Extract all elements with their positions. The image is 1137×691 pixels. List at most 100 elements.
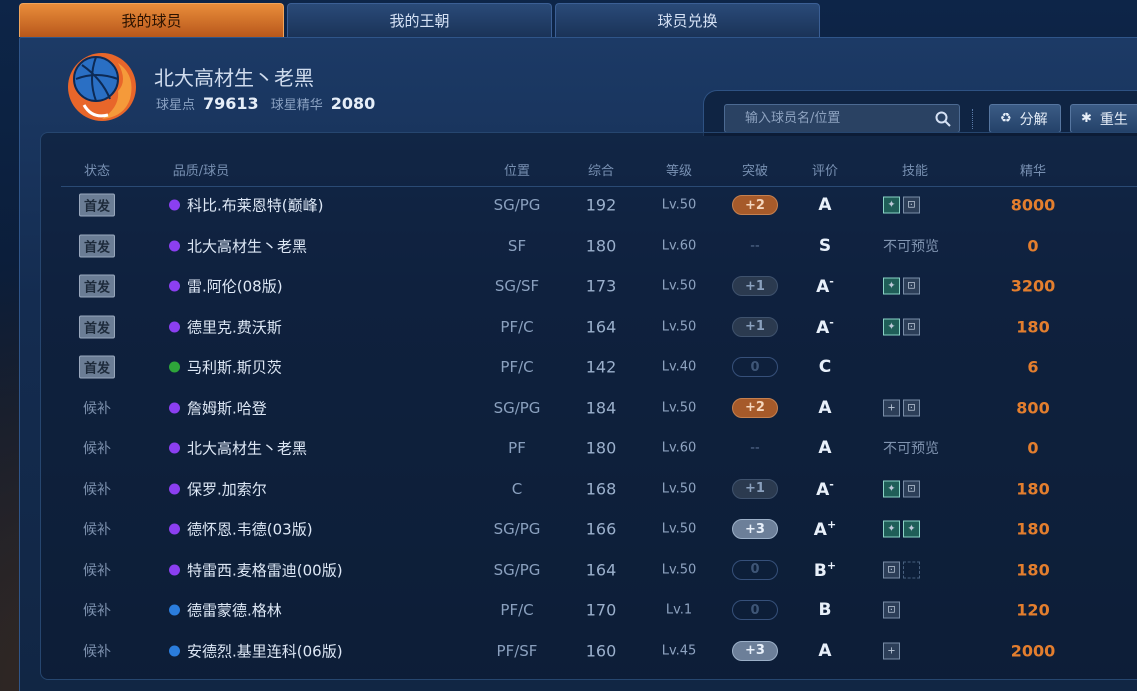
table-row[interactable]: 首发 马利斯.斯贝茨 PF/C 142 Lv.40 0 C 6 [41, 347, 1137, 387]
empty-skill-slot[interactable] [903, 561, 920, 578]
add-skill-icon[interactable]: + [883, 399, 900, 416]
quality-dot-icon [169, 523, 180, 535]
quality-dot-icon [169, 442, 180, 454]
col-overall[interactable]: 综合 [588, 160, 614, 179]
players-table: 状态 品质/球员 位置 综合 等级 突破 评价 技能 精华 首发 科比.布莱恩特(… [40, 132, 1137, 680]
grade-modifier: - [829, 477, 834, 491]
col-level[interactable]: 等级 [666, 160, 692, 179]
lock-icon[interactable]: ⊡ [883, 561, 900, 578]
player-position: SG/PG [493, 560, 541, 579]
player-name-cell: 北大高材生丶老黑 [169, 235, 307, 256]
breakthrough-badge: +3 [732, 519, 778, 539]
player-overall: 173 [585, 276, 617, 296]
quality-dot-icon [169, 240, 180, 251]
status-badge: 首发 [78, 315, 116, 338]
lock-icon[interactable]: ⊡ [903, 399, 920, 416]
table-row[interactable]: 候补 安德烈.基里连科(06版) PF/SF 160 Lv.45 +3 A +2000 [41, 631, 1137, 671]
status-badge: 首发 [78, 234, 116, 257]
lock-icon[interactable]: ⊡ [903, 277, 920, 295]
player-essence: 180 [1016, 560, 1050, 579]
decompose-label: 分解 [1019, 111, 1048, 128]
skill-icon[interactable]: ✦ [883, 277, 900, 295]
col-skills[interactable]: 技能 [902, 160, 928, 179]
player-position: SG/SF [494, 277, 540, 295]
add-skill-icon[interactable]: + [883, 642, 900, 659]
tab-bar: 我的球员 我的王朝 球员兑换 [19, 3, 820, 37]
table-row[interactable]: 候补 北大高材生丶老黑 PF 180 Lv.60 -- A 不可预览 0 [41, 428, 1137, 468]
rebirth-label: 重生 [1099, 111, 1128, 128]
recycle-icon: ♻ [1000, 111, 1012, 126]
table-row[interactable]: 候补 詹姆斯.哈登 SG/PG 184 Lv.50 +2 A + ⊡ 800 [41, 388, 1137, 428]
search-icon[interactable] [935, 111, 951, 127]
col-breakthrough[interactable]: 突破 [742, 160, 768, 179]
player-name-cell: 马利斯.斯贝茨 [169, 357, 282, 378]
skill-icon[interactable]: ✦ [883, 480, 900, 497]
decompose-button[interactable]: ♻ 分解 [989, 104, 1061, 133]
player-position: SG/PG [493, 196, 541, 214]
lock-icon[interactable]: ⊡ [883, 601, 900, 619]
rebirth-button[interactable]: ✱ 重生 [1070, 104, 1137, 133]
lock-icon[interactable]: ⊡ [903, 480, 920, 497]
player-level: Lv.1 [665, 602, 693, 618]
essence-value: 2080 [330, 94, 376, 113]
table-row[interactable]: 候补 德怀恩.韦德(03版) SG/PG 166 Lv.50 +3 A+ ✦ ✦ 180 [41, 509, 1137, 549]
player-level: Lv.50 [661, 521, 697, 537]
skills-cell: ⊡ [883, 601, 900, 619]
table-row[interactable]: 候补 保罗.加索尔 C 168 Lv.50 +1 A- ✦ ⊡ 180 [41, 469, 1137, 509]
col-status[interactable]: 状态 [84, 160, 110, 179]
player-level: Lv.40 [661, 359, 697, 375]
player-name: 雷.阿伦(08版) [187, 277, 283, 296]
breakthrough-badge: +1 [732, 316, 778, 337]
player-grade: A- [816, 275, 834, 297]
skill-icon[interactable]: ✦ [883, 520, 900, 538]
player-position: PF/SF [496, 641, 538, 660]
table-row[interactable]: 首发 北大高材生丶老黑 SF 180 Lv.60 -- S 不可预览 0 [41, 226, 1137, 266]
player-essence: 8000 [1010, 195, 1056, 215]
status-badge: 候补 [83, 562, 111, 579]
table-row[interactable]: 首发 德里克.费沃斯 PF/C 164 Lv.50 +1 A- ✦ ⊡ 180 [41, 307, 1137, 347]
grade-letter: A [818, 397, 832, 418]
skill-icon[interactable]: ✦ [883, 196, 900, 214]
tab-my-dynasty[interactable]: 我的王朝 [287, 3, 552, 37]
player-overall: 164 [585, 317, 617, 336]
player-essence: 6 [1027, 357, 1039, 377]
grade-letter: S [818, 235, 832, 256]
skill-icon[interactable]: ✦ [903, 520, 920, 538]
skills-cell: ⊡ [883, 561, 920, 578]
player-name: 马利斯.斯贝茨 [187, 358, 282, 377]
player-grade: A [818, 641, 831, 661]
table-row[interactable]: 首发 科比.布莱恩特(巅峰) SG/PG 192 Lv.50 +2 A ✦ ⊡ 8000 [41, 185, 1137, 225]
lock-icon[interactable]: ⊡ [903, 318, 920, 335]
player-overall: 180 [585, 438, 617, 458]
table-row[interactable]: 首发 雷.阿伦(08版) SG/SF 173 Lv.50 +1 A- ✦ ⊡ 3200 [41, 266, 1137, 306]
grade-letter: A [816, 317, 830, 338]
grade-letter: C [818, 357, 832, 377]
player-position: SG/PG [493, 398, 541, 417]
breakthrough-badge: 0 [732, 559, 778, 580]
breakthrough-badge: -- [750, 440, 760, 456]
skill-icon[interactable]: ✦ [883, 318, 900, 335]
table-row[interactable]: 候补 德雷蒙德.格林 PF/C 170 Lv.1 0 B ⊡ 120 [41, 590, 1137, 630]
player-position: C [511, 479, 523, 498]
grade-letter: B [818, 600, 832, 620]
player-level: Lv.50 [661, 319, 697, 334]
status-badge: 候补 [83, 603, 111, 619]
player-name: 北大高材生丶老黑 [187, 237, 308, 255]
player-name-cell: 雷.阿伦(08版) [169, 276, 283, 297]
grade-modifier: + [826, 518, 837, 532]
table-row[interactable]: 候补 特雷西.麦格雷迪(00版) SG/PG 164 Lv.50 0 B+ ⊡ 180 [41, 550, 1137, 590]
player-overall: 142 [585, 357, 617, 377]
player-grade: A [818, 398, 831, 418]
search-input[interactable]: 输入球员名/位置 [724, 104, 960, 133]
col-position[interactable]: 位置 [504, 160, 530, 179]
col-essence[interactable]: 精华 [1020, 160, 1046, 179]
grade-letter: A [818, 438, 832, 458]
grade-modifier: - [829, 275, 834, 289]
tab-my-players[interactable]: 我的球员 [19, 3, 284, 37]
lock-icon[interactable]: ⊡ [903, 196, 920, 214]
quality-dot-icon [169, 402, 180, 413]
col-grade[interactable]: 评价 [812, 160, 838, 179]
col-player[interactable]: 品质/球员 [173, 160, 229, 179]
tab-player-exchange[interactable]: 球员兑换 [555, 3, 820, 37]
profile-name: 北大高材生丶老黑 [154, 66, 314, 90]
